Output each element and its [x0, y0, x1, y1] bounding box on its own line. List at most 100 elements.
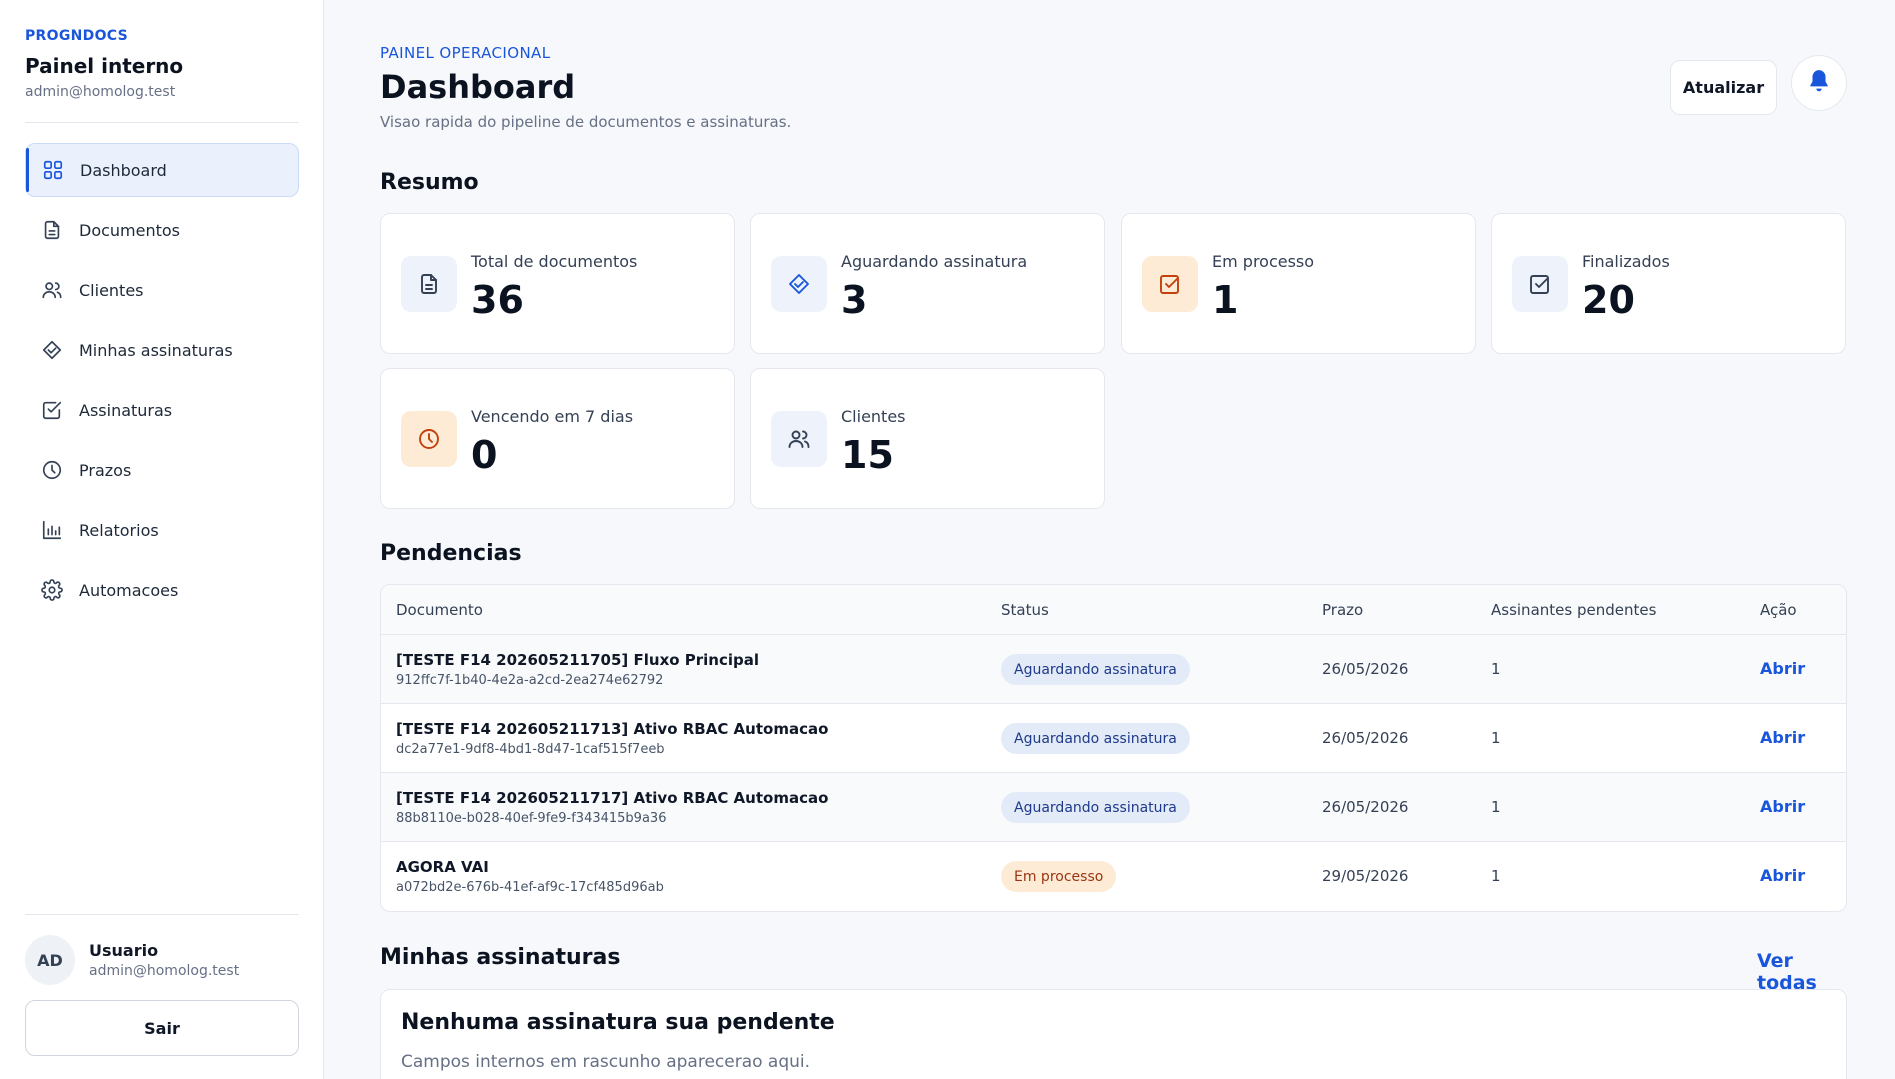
- stat-value: 36: [471, 278, 524, 322]
- sidebar-item-dashboard[interactable]: Dashboard: [25, 143, 299, 197]
- sidebar-divider: [25, 122, 299, 123]
- stat-label: Total de documentos: [471, 252, 638, 271]
- stat-card-total-documents: Total de documentos 36: [380, 213, 735, 354]
- status-badge: Aguardando assinatura: [1001, 723, 1190, 754]
- sidebar-item-label: Documentos: [79, 220, 181, 240]
- page-kicker: PAINEL OPERACIONAL: [380, 44, 551, 62]
- sidebar-item-label: Minhas assinaturas: [79, 340, 233, 360]
- document-id: dc2a77e1-9df8-4bd1-8d47-1caf515f7eeb: [396, 742, 665, 757]
- open-link[interactable]: Abrir: [1760, 866, 1805, 885]
- sidebar-item-label: Dashboard: [80, 160, 167, 180]
- sidebar-item-label: Prazos: [79, 460, 132, 480]
- empty-state-card: Nenhuma assinatura sua pendente Campos i…: [380, 989, 1847, 1079]
- check-square-icon: [1512, 256, 1568, 312]
- document-id: 912ffc7f-1b40-4e2a-a2cd-2ea274e62792: [396, 673, 664, 688]
- bell-icon: [1806, 68, 1832, 98]
- sidebar-item-label: Clientes: [79, 280, 144, 300]
- column-header: Ação: [1760, 601, 1797, 619]
- page-subtitle: Visao rapida do pipeline de documentos e…: [380, 113, 792, 131]
- pending-title: Pendencias: [380, 541, 522, 566]
- document-title: [TESTE F14 202605211717] Ativo RBAC Auto…: [396, 789, 829, 807]
- pending-signers: 1: [1491, 660, 1501, 678]
- user-name: Usuario: [89, 941, 159, 960]
- sidebar-item-automacoes[interactable]: Automacoes: [25, 563, 299, 617]
- deadline: 26/05/2026: [1322, 798, 1409, 816]
- sidebar-item-minhas-assinaturas[interactable]: Minhas assinaturas: [25, 323, 299, 377]
- empty-state-subtitle: Campos internos em rascunho aparecerao a…: [401, 1052, 811, 1072]
- document-title: AGORA VAI: [396, 858, 489, 876]
- sidebar-item-label: Assinaturas: [79, 400, 173, 420]
- status-badge: Aguardando assinatura: [1001, 792, 1190, 823]
- summary-title: Resumo: [380, 170, 479, 195]
- users-icon: [771, 411, 827, 467]
- page-title: Dashboard: [380, 68, 576, 106]
- signature-icon: [41, 339, 63, 361]
- table-row: [TESTE F14 202605211705] Fluxo Principal…: [381, 635, 1846, 704]
- sidebar-item-assinaturas[interactable]: Assinaturas: [25, 383, 299, 437]
- empty-state-title: Nenhuma assinatura sua pendente: [401, 1010, 835, 1035]
- stat-card-in-process: Em processo 1: [1121, 213, 1476, 354]
- sidebar-item-relatorios[interactable]: Relatorios: [25, 503, 299, 557]
- dashboard-icon: [42, 159, 64, 181]
- stat-label: Em processo: [1212, 252, 1315, 271]
- document-id: 88b8110e-b028-40ef-9fe9-f343415b9a36: [396, 811, 667, 826]
- document-icon: [401, 256, 457, 312]
- document-id: a072bd2e-676b-41ef-af9c-17cf485d96ab: [396, 880, 664, 895]
- stat-label: Vencendo em 7 dias: [471, 407, 634, 426]
- pending-signers: 1: [1491, 729, 1501, 747]
- table-row: [TESTE F14 202605211713] Ativo RBAC Auto…: [381, 704, 1846, 773]
- pending-signers: 1: [1491, 867, 1501, 885]
- user-profile: AD Usuario admin@homolog.test: [25, 935, 299, 985]
- table-row: AGORA VAI a072bd2e-676b-41ef-af9c-17cf48…: [381, 842, 1846, 911]
- signature-icon: [771, 256, 827, 312]
- clock-icon: [41, 459, 63, 481]
- brand-email: admin@homolog.test: [25, 84, 176, 100]
- stat-card-awaiting-signature: Aguardando assinatura 3: [750, 213, 1105, 354]
- notifications-button[interactable]: [1791, 55, 1847, 111]
- avatar: AD: [25, 935, 75, 985]
- sidebar-item-prazos[interactable]: Prazos: [25, 443, 299, 497]
- column-header: Documento: [396, 601, 483, 619]
- open-link[interactable]: Abrir: [1760, 728, 1805, 747]
- check-square-icon: [1142, 256, 1198, 312]
- sidebar-nav: Dashboard Documentos Clientes Minhas ass…: [25, 143, 299, 623]
- stat-card-expiring: Vencendo em 7 dias 0: [380, 368, 735, 509]
- table-body: [TESTE F14 202605211705] Fluxo Principal…: [381, 635, 1846, 911]
- sidebar: PROGNDOCS Painel interno admin@homolog.t…: [0, 0, 324, 1079]
- check-square-icon: [41, 399, 63, 421]
- logout-button[interactable]: Sair: [25, 1000, 299, 1056]
- clock-icon: [401, 411, 457, 467]
- stat-value: 20: [1582, 278, 1635, 322]
- brand-title: Painel interno: [25, 54, 184, 78]
- sidebar-item-label: Relatorios: [79, 520, 159, 540]
- document-title: [TESTE F14 202605211705] Fluxo Principal: [396, 651, 760, 669]
- stat-card-clients: Clientes 15: [750, 368, 1105, 509]
- sidebar-item-label: Automacoes: [79, 580, 179, 600]
- refresh-button[interactable]: Atualizar: [1670, 60, 1777, 115]
- column-header: Status: [1001, 601, 1049, 619]
- stat-label: Clientes: [841, 407, 906, 426]
- column-header: Prazo: [1322, 601, 1364, 619]
- users-icon: [41, 279, 63, 301]
- brand-kicker: PROGNDOCS: [25, 28, 128, 44]
- open-link[interactable]: Abrir: [1760, 659, 1805, 678]
- document-title: [TESTE F14 202605211713] Ativo RBAC Auto…: [396, 720, 829, 738]
- see-all-link[interactable]: Ver todas: [1757, 950, 1847, 994]
- bar-chart-icon: [41, 519, 63, 541]
- sidebar-item-documentos[interactable]: Documentos: [25, 203, 299, 257]
- sidebar-item-clientes[interactable]: Clientes: [25, 263, 299, 317]
- table-header: Documento Status Prazo Assinantes penden…: [381, 585, 1846, 635]
- sidebar-divider: [25, 914, 299, 915]
- deadline: 29/05/2026: [1322, 867, 1409, 885]
- deadline: 26/05/2026: [1322, 660, 1409, 678]
- status-badge: Em processo: [1001, 861, 1117, 892]
- gear-icon: [41, 579, 63, 601]
- deadline: 26/05/2026: [1322, 729, 1409, 747]
- pending-signers: 1: [1491, 798, 1501, 816]
- stat-label: Finalizados: [1582, 252, 1670, 271]
- status-badge: Aguardando assinatura: [1001, 654, 1190, 685]
- pending-table: Documento Status Prazo Assinantes penden…: [380, 584, 1847, 912]
- open-link[interactable]: Abrir: [1760, 797, 1805, 816]
- stat-value: 15: [841, 433, 894, 477]
- stat-value: 0: [471, 433, 498, 477]
